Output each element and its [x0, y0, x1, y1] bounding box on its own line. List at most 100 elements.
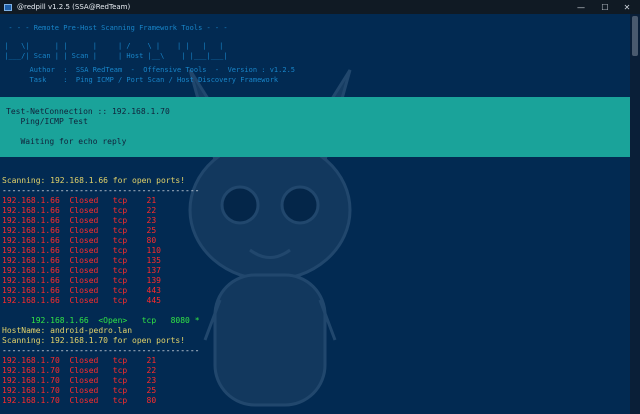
banner-line: - - - Remote Pre-Host Scanning Framework… [0, 24, 228, 32]
row-port: 80 [141, 396, 157, 405]
row-ip: 192.168.1.70 [2, 366, 70, 375]
terminal-window: @redpill v1.2.5 (SSA@RedTeam) — ☐ ✕ - - … [0, 0, 640, 414]
row-status: Closed [69, 236, 113, 245]
table-row: 192.168.1.70 Closed tcp 22 [2, 366, 622, 376]
row-proto: tcp [112, 366, 142, 375]
table-row: 192.168.1.66 Closed tcp 135 [2, 256, 622, 266]
row-proto: tcp [112, 206, 142, 215]
row-ip: 192.168.1.66 [2, 286, 70, 295]
scrollbar[interactable] [630, 14, 640, 414]
panel-status: Waiting for echo reply [6, 137, 127, 146]
row-ip: 192.168.1.66 [2, 196, 70, 205]
row-ip: 192.168.1.70 [2, 386, 70, 395]
row-proto: tcp [112, 356, 142, 365]
row-port: 135 [141, 256, 161, 265]
row-port: 110 [141, 246, 161, 255]
row-status: Closed [69, 376, 113, 385]
row-port: 22 [141, 206, 157, 215]
open-port-row: 192.168.1.66 <Open> tcp 8080 * [2, 306, 622, 325]
row-port: 23 [141, 216, 157, 225]
row-port: 21 [141, 356, 157, 365]
banner-line: Task : Ping ICMP / Port Scan / Host Disc… [0, 76, 279, 84]
table-row: 192.168.1.66 Closed tcp 110 [2, 246, 622, 256]
row-status: Closed [69, 256, 113, 265]
row-status: <Open> [98, 316, 128, 325]
row-proto: tcp [112, 196, 142, 205]
row-proto: tcp [112, 256, 142, 265]
row-proto: tcp [112, 276, 142, 285]
close-button[interactable]: ✕ [616, 0, 638, 14]
table-row: 192.168.1.66 Closed tcp 80 [2, 236, 622, 246]
row-port: 137 [141, 266, 161, 275]
row-port: 25 [141, 226, 157, 235]
row-port: 445 [141, 296, 161, 305]
row-status: Closed [69, 206, 113, 215]
row-ip: 192.168.1.66 [2, 236, 70, 245]
row-status: Closed [69, 226, 113, 235]
row-ip: 192.168.1.70 [2, 396, 70, 405]
row-ip: 192.168.1.66 [2, 266, 70, 275]
row-proto: tcp [112, 216, 142, 225]
row-status: Closed [69, 386, 113, 395]
row-ip: 192.168.1.66 [2, 246, 70, 255]
table-row: 192.168.1.66 Closed tcp 445 [2, 296, 622, 306]
table-row: 192.168.1.66 Closed tcp 22 [2, 206, 622, 216]
row-port: 8080 [170, 316, 190, 325]
row-status: Closed [69, 246, 113, 255]
window-title: @redpill v1.2.5 (SSA@RedTeam) [17, 3, 131, 11]
terminal-icon [4, 3, 12, 11]
row-status: Closed [69, 396, 113, 405]
row-ip: 192.168.1.66 [2, 216, 70, 225]
table-row: 192.168.1.70 Closed tcp 80 [2, 396, 622, 406]
scan-header: Scanning: 192.168.1.70 for open ports! [2, 336, 186, 345]
row-ip: 192.168.1.66 [30, 316, 89, 325]
row-ip: 192.168.1.66 [2, 206, 70, 215]
row-ip: 192.168.1.66 [2, 276, 70, 285]
row-port: 21 [141, 196, 157, 205]
row-status: Closed [69, 366, 113, 375]
separator: ----------------------------------------… [2, 186, 200, 195]
row-proto: tcp [112, 226, 142, 235]
row-proto: tcp [141, 316, 157, 325]
row-port: 443 [141, 286, 161, 295]
row-proto: tcp [112, 396, 142, 405]
panel-title: Test-NetConnection :: 192.168.1.70 [6, 107, 170, 116]
row-proto: tcp [112, 246, 142, 255]
row-proto: tcp [112, 236, 142, 245]
row-port: 22 [141, 366, 157, 375]
table-row: 192.168.1.70 Closed tcp 23 [2, 376, 622, 386]
table-row: 192.168.1.66 Closed tcp 21 [2, 196, 622, 206]
banner-line: Author : SSA RedTeam - Offensive Tools -… [0, 66, 296, 74]
scrollbar-thumb[interactable] [632, 16, 638, 56]
panel-subtitle: Ping/ICMP Test [6, 117, 88, 126]
row-port: 23 [141, 376, 157, 385]
row-ip: 192.168.1.70 [2, 376, 70, 385]
row-proto: tcp [112, 386, 142, 395]
row-status: Closed [69, 286, 113, 295]
row-proto: tcp [112, 376, 142, 385]
scan-output: Scanning: 192.168.1.66 for open ports! -… [2, 176, 622, 406]
ascii-banner: - - - Remote Pre-Host Scanning Framework… [0, 14, 640, 98]
minimize-button[interactable]: — [570, 0, 592, 14]
table-row: 192.168.1.70 Closed tcp 25 [2, 386, 622, 396]
banner-line: |___/| Scan | | Scan | | Host |__\ | |__… [0, 52, 228, 60]
table-row: 192.168.1.66 Closed tcp 443 [2, 286, 622, 296]
row-ip: 192.168.1.66 [2, 256, 70, 265]
table-row: 192.168.1.66 Closed tcp 25 [2, 226, 622, 236]
maximize-button[interactable]: ☐ [594, 0, 616, 14]
hostname-line: HostName: android-pedro.lan [2, 326, 133, 335]
row-status: Closed [69, 216, 113, 225]
row-proto: tcp [112, 286, 142, 295]
banner-line: | \| | | | | / \ | | | | | [0, 42, 224, 50]
open-marker: * [194, 316, 200, 325]
row-ip: 192.168.1.70 [2, 356, 70, 365]
row-status: Closed [69, 296, 113, 305]
row-port: 139 [141, 276, 161, 285]
scan-header: Scanning: 192.168.1.66 for open ports! [2, 176, 186, 185]
row-status: Closed [69, 276, 113, 285]
row-status: Closed [69, 356, 113, 365]
table-row: 192.168.1.66 Closed tcp 139 [2, 276, 622, 286]
separator: ----------------------------------------… [2, 346, 200, 355]
test-netconnection-panel: Test-NetConnection :: 192.168.1.70 Ping/… [0, 97, 630, 157]
row-port: 80 [141, 236, 157, 245]
